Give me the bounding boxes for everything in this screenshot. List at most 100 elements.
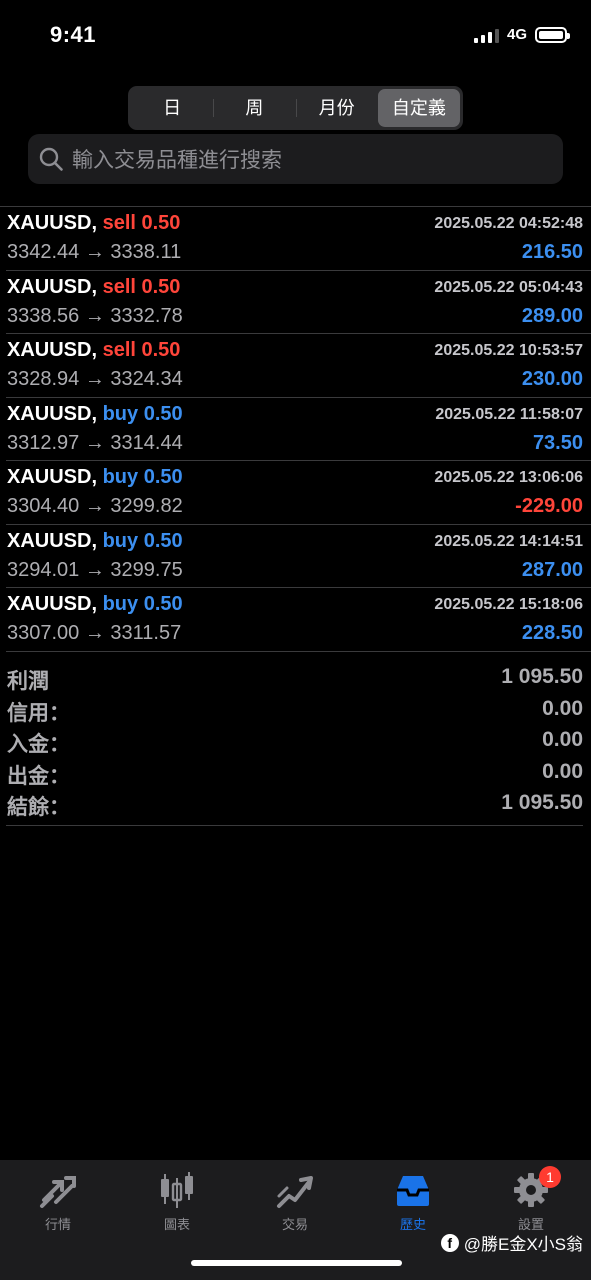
summary-label: 信用： — [7, 701, 70, 725]
tab-history[interactable]: 歷史 — [373, 1170, 453, 1233]
deal-row[interactable]: XAUUSD, sell 0.50 2025.05.22 04:52:48 33… — [6, 207, 591, 271]
tab-label: 交易 — [281, 1217, 308, 1232]
network-type: 4G — [506, 26, 527, 43]
facebook-icon: f — [440, 1233, 459, 1252]
tab-custom[interactable]: 自定義 — [377, 89, 460, 127]
deal-profit: 287.00 — [521, 558, 583, 581]
deal-profit: -229.00 — [515, 495, 583, 517]
history-inbox-icon — [397, 1176, 429, 1206]
deal-volume: 0.50 — [141, 339, 181, 361]
tab-day[interactable]: 日 — [131, 89, 213, 127]
deal-symbol: XAUUSD, — [7, 593, 98, 615]
deal-symbol-line: XAUUSD, sell 0.50 — [7, 339, 180, 362]
summary-label: 入金： — [7, 733, 70, 756]
summary-credit: 信用： 0.00 — [6, 695, 583, 727]
tab-label: 圖表 — [163, 1217, 190, 1232]
home-indicator[interactable] — [191, 1260, 402, 1266]
deal-prices: 3342.44 → 3338.11 — [7, 241, 182, 263]
battery-icon — [535, 26, 570, 43]
deal-prices: 3294.01 → 3299.75 — [7, 558, 183, 581]
deal-time: 2025.05.22 13:06:06 — [434, 469, 583, 486]
deal-time: 2025.05.22 14:14:51 — [434, 532, 583, 550]
deal-time: 2025.05.22 05:04:43 — [434, 278, 583, 296]
deal-side: sell — [102, 339, 136, 361]
deal-symbol: XAUUSD, — [7, 212, 98, 234]
deal-side: buy — [102, 529, 139, 552]
deal-symbol-line: XAUUSD, buy 0.50 — [7, 593, 183, 616]
deal-prices: 3312.97 → 3314.44 — [7, 431, 183, 454]
tab-quotes[interactable]: 行情 — [18, 1170, 98, 1233]
deal-side: sell — [102, 275, 136, 298]
deal-volume: 0.50 — [141, 212, 181, 234]
deal-close-price: 3332.78 — [110, 304, 183, 327]
summary-value: 0.00 — [542, 759, 583, 783]
tab-settings[interactable]: 1 設置 — [491, 1166, 571, 1233]
summary-value: 0.00 — [542, 696, 583, 720]
watermark-text: @勝E金X小S翁 — [463, 1235, 583, 1254]
deal-row[interactable]: XAUUSD, buy 0.50 2025.05.22 15:18:06 330… — [6, 588, 591, 652]
summary-value: 0.00 — [542, 728, 583, 751]
search-icon — [39, 147, 63, 171]
deal-side: buy — [102, 402, 139, 425]
deal-row[interactable]: XAUUSD, buy 0.50 2025.05.22 11:58:07 331… — [6, 398, 591, 461]
deal-prices: 3328.94 → 3324.34 — [7, 368, 183, 390]
summary-value: 1 095.50 — [501, 791, 583, 814]
deal-close-price: 3299.82 — [110, 495, 183, 517]
deal-open-price: 3342.44 — [7, 241, 80, 263]
deal-volume: 0.50 — [143, 466, 183, 488]
deal-prices: 3307.00 → 3311.57 — [7, 622, 182, 644]
deal-symbol: XAUUSD, — [7, 275, 98, 298]
cellular-signal-icon — [473, 27, 499, 43]
status-time: 9:41 — [50, 22, 97, 47]
tab-month[interactable]: 月份 — [295, 89, 378, 127]
summary-balance: 結餘： 1 095.50 — [6, 789, 583, 821]
deal-row[interactable]: XAUUSD, sell 0.50 2025.05.22 05:04:43 33… — [6, 271, 591, 334]
tab-label: 行情 — [44, 1217, 71, 1232]
summary-value: 1 095.50 — [501, 665, 583, 688]
watermark: f @勝E金X小S翁 — [440, 1230, 583, 1255]
deal-symbol-line: XAUUSD, buy 0.50 — [7, 530, 183, 553]
tab-week[interactable]: 周 — [213, 89, 295, 127]
deal-side: buy — [102, 593, 139, 615]
summary-deposit: 入金： 0.00 — [6, 726, 583, 758]
deal-volume: 0.50 — [143, 593, 183, 615]
search-input[interactable]: 輸入交易品種進行搜索 — [28, 134, 563, 184]
summary-withdrawal: 出金： 0.00 — [6, 758, 583, 790]
deal-row[interactable]: XAUUSD, buy 0.50 2025.05.22 13:06:06 330… — [6, 461, 591, 525]
deal-open-price: 3328.94 — [7, 368, 80, 390]
deal-open-price: 3312.97 — [7, 431, 80, 454]
deal-symbol: XAUUSD, — [7, 466, 98, 488]
deal-symbol-line: XAUUSD, buy 0.50 — [7, 403, 183, 426]
account-summary: 利潤 1 095.50 信用： 0.00 入金： 0.00 出金： 0.00 結餘： 1 … — [6, 663, 583, 826]
period-segmented-control: 日 周 月份 自定義 — [128, 86, 463, 130]
deal-profit: 230.00 — [521, 368, 583, 390]
search-placeholder: 輸入交易品種進行搜索 — [72, 149, 282, 172]
status-bar: 9:41 4G — [0, 0, 591, 70]
deal-profit: 289.00 — [521, 304, 583, 327]
deal-row[interactable]: XAUUSD, buy 0.50 2025.05.22 14:14:51 329… — [6, 525, 591, 588]
deal-close-price: 3324.34 — [110, 368, 183, 390]
candlestick-chart-icon — [161, 1172, 193, 1208]
deal-open-price: 3294.01 — [7, 558, 80, 581]
tab-trade[interactable]: 交易 — [255, 1170, 335, 1233]
tab-charts[interactable]: 圖表 — [137, 1170, 217, 1233]
deal-time: 2025.05.22 11:58:07 — [435, 405, 583, 423]
deal-symbol-line: XAUUSD, buy 0.50 — [7, 466, 183, 489]
deal-symbol: XAUUSD, — [7, 402, 98, 425]
deal-prices: 3304.40 → 3299.82 — [7, 495, 183, 517]
deal-symbol-line: XAUUSD, sell 0.50 — [7, 276, 180, 299]
deal-profit: 228.50 — [521, 622, 583, 644]
deal-time: 2025.05.22 10:53:57 — [434, 342, 583, 359]
deal-row[interactable]: XAUUSD, sell 0.50 2025.05.22 10:53:57 33… — [6, 334, 591, 398]
deal-symbol: XAUUSD, — [7, 339, 98, 361]
deal-volume: 0.50 — [141, 275, 181, 298]
status-indicators: 4G — [473, 26, 570, 43]
deal-side: sell — [102, 212, 136, 234]
summary-profit: 利潤 1 095.50 — [6, 663, 583, 695]
deal-profit: 216.50 — [521, 241, 583, 263]
deal-time: 2025.05.22 15:18:06 — [434, 596, 583, 613]
deal-time: 2025.05.22 04:52:48 — [434, 215, 583, 232]
deal-close-price: 3311.57 — [110, 622, 182, 644]
deal-volume: 0.50 — [143, 529, 183, 552]
deal-open-price: 3304.40 — [7, 495, 80, 517]
